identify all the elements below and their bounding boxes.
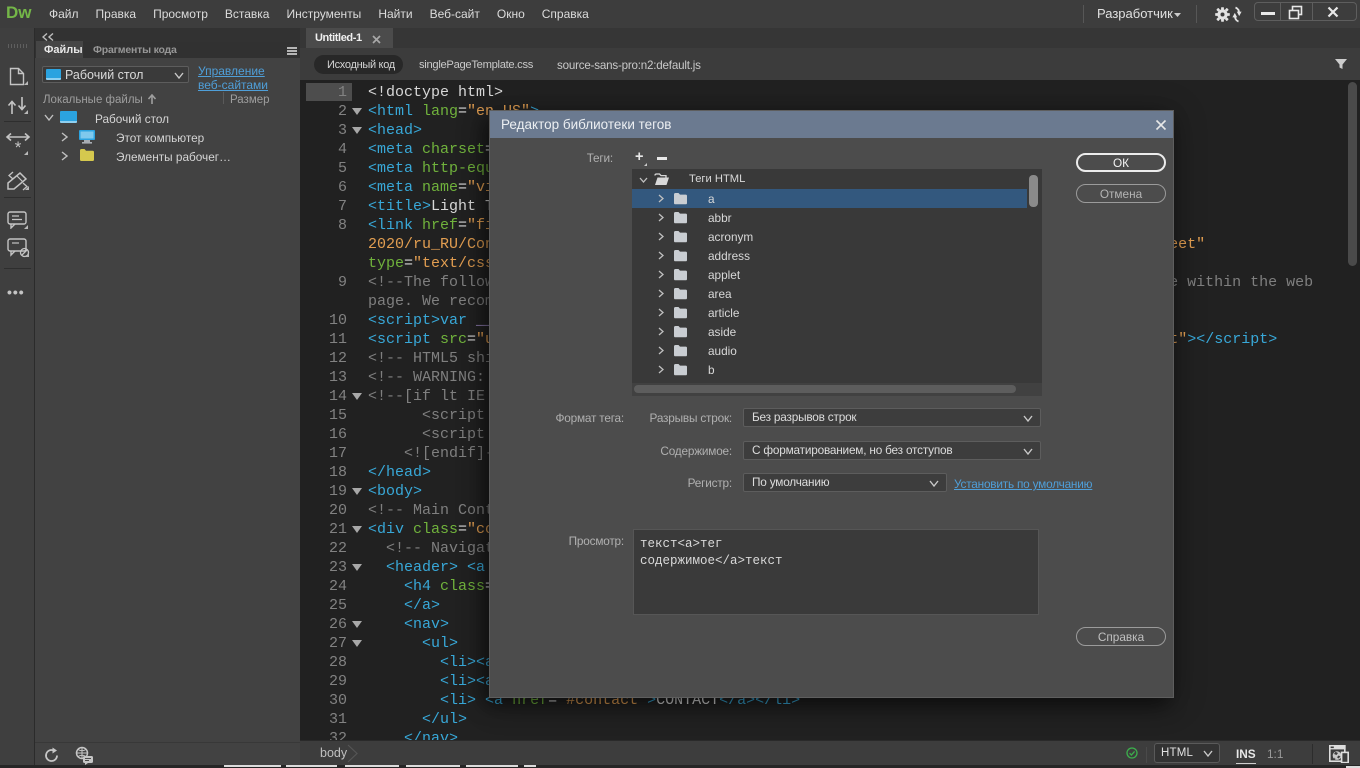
svg-text:*: * [15, 138, 22, 155]
